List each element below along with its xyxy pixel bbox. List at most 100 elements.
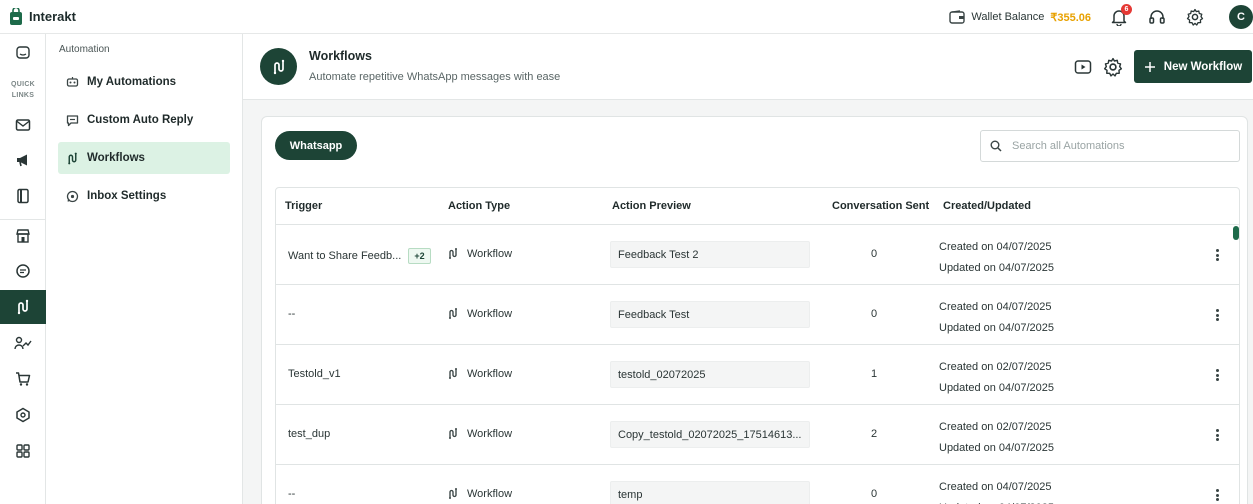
- wallet-label: Wallet Balance: [971, 11, 1045, 23]
- row-menu-button[interactable]: [1210, 247, 1224, 263]
- created-updated-cell: Created on 02/07/2025 Updated on 04/07/20…: [939, 357, 1054, 399]
- updated-date: Updated on 04/07/2025: [939, 322, 1054, 334]
- headset-icon: [1149, 10, 1165, 24]
- action-preview[interactable]: testold_02072025: [610, 361, 810, 388]
- subnav-item-label: Custom Auto Reply: [87, 114, 194, 126]
- rail-docs[interactable]: [0, 179, 46, 213]
- page-subtitle: Automate repetitive WhatsApp messages wi…: [309, 71, 561, 83]
- column-header-action-preview[interactable]: Action Preview: [612, 200, 691, 212]
- brand[interactable]: Interakt: [0, 7, 76, 26]
- conversation-sent-count: 0: [870, 488, 878, 500]
- subnav-item-custom-auto-reply[interactable]: Custom Auto Reply: [58, 104, 230, 136]
- created-updated-cell: Created on 04/07/2025 Updated on 04/07/20…: [939, 237, 1054, 279]
- trigger-cell[interactable]: test_dup: [288, 428, 330, 440]
- gear-icon: [1186, 8, 1204, 26]
- wallet-balance[interactable]: Wallet Balance ₹355.06: [949, 10, 1091, 24]
- row-menu-button[interactable]: [1210, 307, 1224, 323]
- action-preview[interactable]: Feedback Test 2: [610, 241, 810, 268]
- more-triggers-badge[interactable]: +2: [408, 248, 431, 264]
- automations-table: Trigger Action Type Action Preview Conve…: [275, 187, 1240, 504]
- settings-button[interactable]: [1185, 7, 1205, 27]
- column-header-conversation-sent[interactable]: Conversation Sent: [832, 200, 929, 212]
- trigger-text: --: [288, 488, 296, 500]
- action-preview[interactable]: Feedback Test: [610, 301, 810, 328]
- created-date: Created on 04/07/2025: [939, 241, 1052, 253]
- rail-inbox[interactable]: [0, 254, 46, 288]
- subnav-item-my-automations[interactable]: My Automations: [58, 66, 230, 98]
- channel-filter-whatsapp[interactable]: Whatsapp: [275, 131, 357, 160]
- quick-links-label: QUICK LINKS: [10, 81, 36, 99]
- robot-icon: [66, 77, 79, 87]
- conversation-sent-count: 1: [870, 368, 878, 380]
- table-row[interactable]: -- Workflow temp 0 Created on 04/07/2025 Upda…: [276, 465, 1239, 504]
- action-preview[interactable]: temp: [610, 481, 810, 504]
- chat-icon: [16, 264, 30, 278]
- created-date: Created on 04/07/2025: [939, 481, 1052, 493]
- table-row[interactable]: test_dup Workflow Copy_testold_02072025_17…: [276, 405, 1239, 465]
- left-rail: QUICK LINKS: [0, 34, 46, 504]
- cart-icon: [16, 372, 31, 386]
- action-type-text: Workflow: [467, 307, 513, 320]
- search-input[interactable]: [1012, 140, 1222, 152]
- trigger-cell[interactable]: Testold_v1: [288, 368, 341, 380]
- column-header-created-updated[interactable]: Created/Updated: [943, 200, 1031, 212]
- home-icon: [16, 46, 30, 59]
- workflow-icon: [449, 248, 457, 259]
- created-updated-cell: Created on 02/07/2025 Updated on 04/07/20…: [939, 417, 1054, 459]
- column-header-action-type[interactable]: Action Type: [448, 200, 510, 212]
- action-type-text: Workflow: [467, 427, 513, 440]
- search-box[interactable]: [980, 130, 1240, 162]
- row-menu-button[interactable]: [1210, 427, 1224, 443]
- new-workflow-button[interactable]: New Workflow: [1134, 50, 1252, 83]
- action-type-cell: Workflow: [447, 367, 512, 380]
- page-header: Workflows Automate repetitive WhatsApp m…: [243, 34, 1253, 100]
- new-workflow-label: New Workflow: [1163, 60, 1243, 73]
- subnav-item-inbox-settings[interactable]: Inbox Settings: [58, 180, 230, 212]
- rail-home[interactable]: [0, 35, 46, 69]
- workflow-settings-button[interactable]: [1102, 56, 1124, 78]
- trigger-cell[interactable]: --: [288, 488, 295, 500]
- workflow-icon: [449, 428, 457, 439]
- created-date: Created on 04/07/2025: [939, 301, 1052, 313]
- user-avatar[interactable]: C: [1229, 5, 1253, 29]
- rail-commerce[interactable]: [0, 362, 46, 396]
- chat-reply-icon: [66, 114, 79, 126]
- plus-icon: [1144, 61, 1155, 72]
- created-updated-cell: Created on 04/07/2025 Updated on 04/07/20…: [939, 477, 1054, 504]
- rail-store[interactable]: [0, 219, 46, 253]
- column-header-trigger[interactable]: Trigger: [285, 200, 322, 212]
- notifications-button[interactable]: 6: [1109, 4, 1132, 27]
- rail-apps[interactable]: [0, 434, 46, 468]
- conversation-sent-count: 0: [870, 248, 878, 260]
- growth-icon: [14, 336, 32, 350]
- subnav-item-workflows[interactable]: Workflows: [58, 142, 230, 174]
- app-name: Interakt: [29, 9, 76, 24]
- table-row[interactable]: -- Workflow Feedback Test 0 Created on 04/07…: [276, 285, 1239, 345]
- row-menu-button[interactable]: [1210, 367, 1224, 383]
- trigger-text: --: [288, 308, 296, 320]
- store-icon: [16, 229, 30, 243]
- notification-badge: 6: [1121, 4, 1132, 15]
- rail-integrations[interactable]: [0, 398, 46, 432]
- action-type-cell: Workflow: [447, 307, 512, 320]
- updated-date: Updated on 04/07/2025: [939, 498, 1054, 504]
- row-menu-button[interactable]: [1210, 487, 1224, 503]
- wallet-icon: [949, 10, 966, 24]
- rail-mail[interactable]: [0, 108, 46, 142]
- video-tutorial-button[interactable]: [1072, 56, 1094, 78]
- book-icon: [17, 188, 29, 204]
- rail-campaigns[interactable]: [0, 143, 46, 177]
- trigger-text: Want to Share Feedb...: [288, 250, 402, 262]
- trigger-cell[interactable]: Want to Share Feedb... +2: [288, 248, 431, 264]
- trigger-cell[interactable]: --: [288, 308, 295, 320]
- action-type-cell: Workflow: [447, 487, 512, 500]
- grid-icon: [16, 444, 30, 458]
- main-content: Workflows Automate repetitive WhatsApp m…: [243, 34, 1253, 504]
- table-row[interactable]: Want to Share Feedb... +2 Workflow Feedback…: [276, 225, 1239, 285]
- action-preview[interactable]: Copy_testold_02072025_17514613...: [610, 421, 810, 448]
- rail-analytics[interactable]: [0, 326, 46, 360]
- rail-automation[interactable]: [0, 290, 46, 324]
- table-row[interactable]: Testold_v1 Workflow testold_02072025 1 Creat…: [276, 345, 1239, 405]
- action-type-cell: Workflow: [447, 247, 512, 260]
- support-button[interactable]: [1147, 7, 1167, 27]
